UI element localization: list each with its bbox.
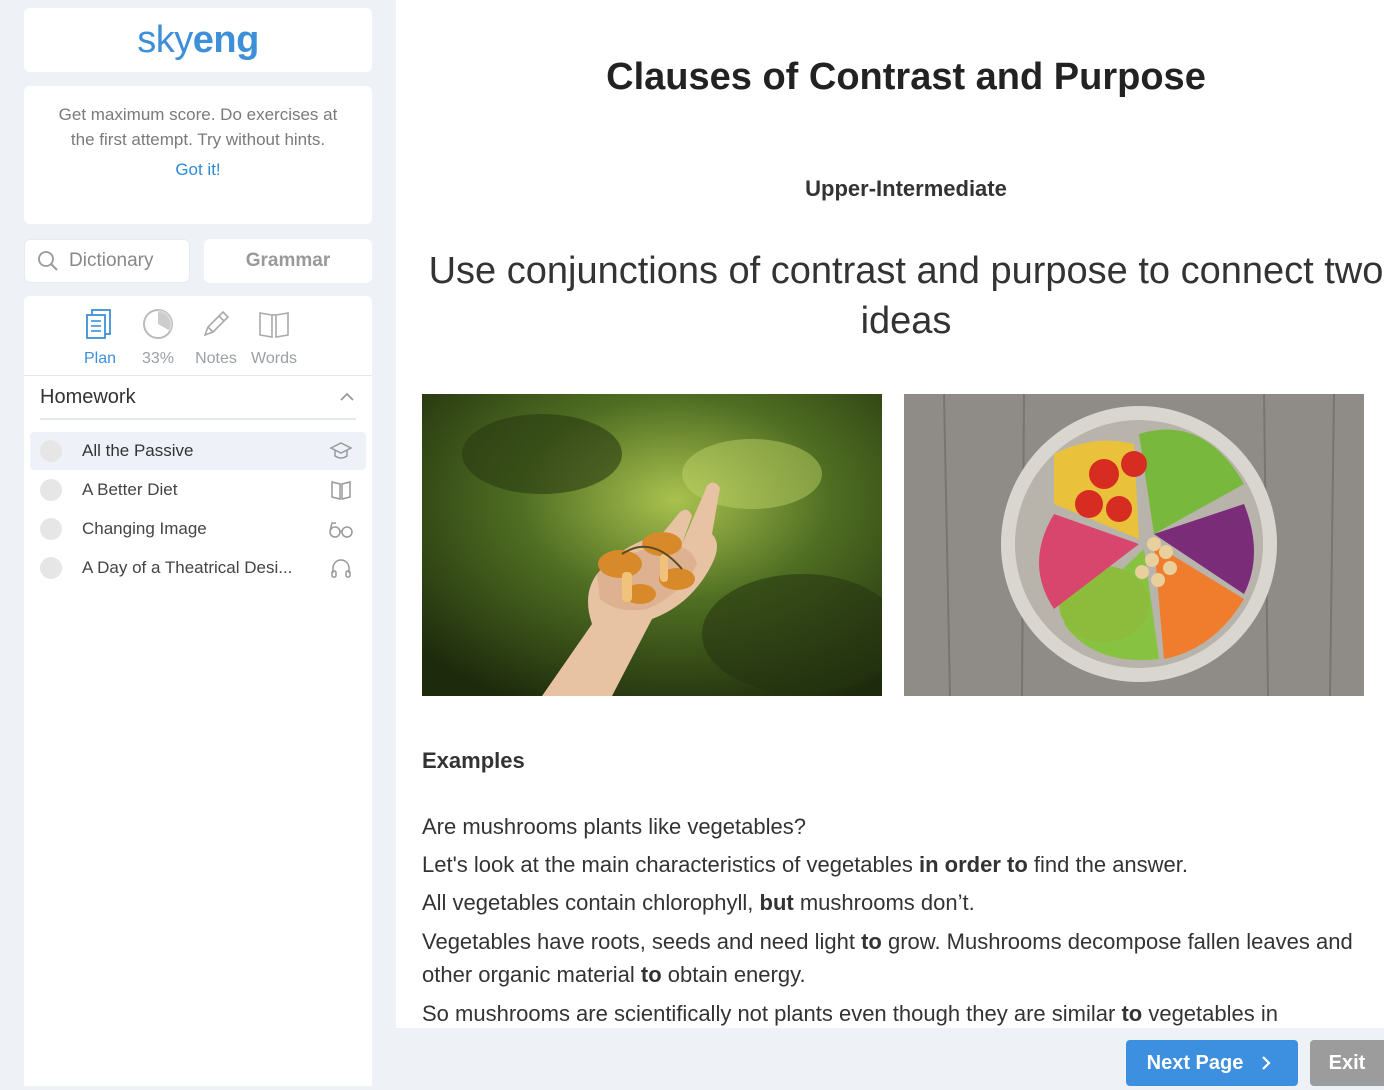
tip-card: Get maximum score. Do exercises at the f… bbox=[24, 86, 372, 224]
glasses-icon bbox=[329, 522, 353, 538]
example-sentence: Let's look at the main characteristics o… bbox=[422, 848, 1362, 881]
tab-plan-label: Plan bbox=[83, 350, 117, 367]
example-text: vegetables in bbox=[1142, 1001, 1278, 1026]
status-dot bbox=[40, 518, 62, 540]
example-text: Are mushrooms plants like vegetables? bbox=[422, 814, 806, 839]
example-keyword: to bbox=[1121, 1001, 1143, 1026]
headphones-icon bbox=[331, 559, 351, 578]
lesson-title: Clauses of Contrast and Purpose bbox=[606, 56, 1206, 98]
tab-progress-label: 33% bbox=[141, 350, 175, 367]
chevron-right-icon bbox=[1262, 1056, 1271, 1070]
homework-header[interactable]: Homework bbox=[40, 376, 356, 420]
homework-item-label: Changing Image bbox=[82, 519, 207, 538]
pencil-icon bbox=[203, 310, 230, 337]
tab-words-label: Words bbox=[251, 350, 297, 367]
example-keyword: in order to bbox=[919, 852, 1028, 877]
example-text: All vegetables contain chlorophyll, bbox=[422, 890, 760, 915]
dictionary-label: Dictionary bbox=[69, 250, 154, 271]
example-sentence: Are mushrooms plants like vegetables? bbox=[422, 810, 1362, 843]
progress-ring-icon bbox=[143, 309, 173, 339]
status-dot bbox=[40, 557, 62, 579]
plan-panel: Plan 33% Notes Words Homework All the Pa… bbox=[24, 296, 372, 1086]
book-icon bbox=[331, 481, 351, 500]
homework-item-all-the-passive[interactable]: All the Passive bbox=[30, 432, 366, 470]
example-text: Let's look at the main characteristics o… bbox=[422, 852, 920, 877]
example-text: Vegetables have roots, seeds and need li… bbox=[422, 929, 862, 954]
tab-notes-label: Notes bbox=[195, 350, 237, 367]
homework-item-theatrical-designer[interactable]: A Day of a Theatrical Desi... bbox=[30, 549, 366, 587]
example-keyword: but bbox=[759, 890, 794, 915]
sidebar: skyeng Get maximum score. Do exercises a… bbox=[12, 0, 392, 1090]
homework-item-a-better-diet[interactable]: A Better Diet bbox=[30, 471, 366, 509]
example-keyword: to bbox=[861, 929, 882, 954]
example-text: So mushrooms are scientifically not plan… bbox=[422, 1001, 1122, 1026]
example-text: obtain energy. bbox=[661, 962, 806, 987]
tool-tabs: Plan 33% Notes Words bbox=[24, 296, 372, 376]
homework-item-changing-image[interactable]: Changing Image bbox=[30, 510, 366, 548]
tab-progress[interactable]: 33% bbox=[130, 306, 186, 375]
next-page-label: Next Page bbox=[1146, 1051, 1244, 1074]
dictionary-search-button[interactable]: Dictionary bbox=[24, 239, 190, 283]
tab-words[interactable]: Words bbox=[246, 306, 302, 375]
example-text: mushrooms don’t. bbox=[793, 890, 975, 915]
examples-heading: Examples bbox=[422, 748, 525, 773]
logo-card: skyeng bbox=[24, 8, 372, 72]
example-keyword: to bbox=[640, 962, 662, 987]
lesson-subtitle: Use conjunctions of contrast and purpose… bbox=[428, 250, 1384, 342]
logo-part-eng: eng bbox=[192, 18, 260, 61]
vegetable-salad-bowl-image bbox=[904, 394, 1364, 696]
status-dot bbox=[40, 440, 62, 462]
exit-button[interactable]: Exit bbox=[1310, 1040, 1384, 1086]
got-it-link[interactable]: Got it! bbox=[175, 160, 220, 180]
example-sentence: So mushrooms are scientifically not plan… bbox=[422, 997, 1362, 1030]
mushrooms-in-hand-image bbox=[422, 394, 882, 696]
plan-icon bbox=[86, 309, 111, 339]
chevron-up-icon[interactable] bbox=[338, 391, 356, 403]
lesson-content: Clauses of Contrast and Purpose Upper-In… bbox=[396, 0, 1384, 1028]
next-page-button[interactable]: Next Page bbox=[1126, 1040, 1298, 1086]
grammar-button[interactable]: Grammar bbox=[204, 239, 372, 283]
example-sentence: All vegetables contain chlorophyll, but … bbox=[422, 886, 1362, 919]
tab-plan[interactable]: Plan bbox=[72, 306, 128, 375]
example-text: find the answer. bbox=[1027, 852, 1189, 877]
example-sentence: Vegetables have roots, seeds and need li… bbox=[422, 925, 1362, 991]
status-dot bbox=[40, 479, 62, 501]
homework-list: All the Passive A Better Diet Changing I… bbox=[24, 432, 372, 587]
homework-title: Homework bbox=[40, 385, 136, 408]
book-icon bbox=[259, 312, 289, 338]
homework-item-label: A Better Diet bbox=[82, 480, 178, 499]
tip-text: Get maximum score. Do exercises at the f… bbox=[58, 105, 338, 149]
skyeng-logo[interactable]: skyeng bbox=[137, 19, 259, 62]
lesson-level: Upper-Intermediate bbox=[805, 176, 1007, 201]
tab-notes[interactable]: Notes bbox=[188, 306, 244, 375]
search-icon bbox=[38, 251, 58, 271]
homework-item-label: A Day of a Theatrical Desi... bbox=[82, 558, 293, 577]
homework-item-label: All the Passive bbox=[82, 441, 194, 460]
logo-part-sky: sky bbox=[137, 18, 193, 61]
graduation-cap-icon bbox=[329, 442, 353, 459]
